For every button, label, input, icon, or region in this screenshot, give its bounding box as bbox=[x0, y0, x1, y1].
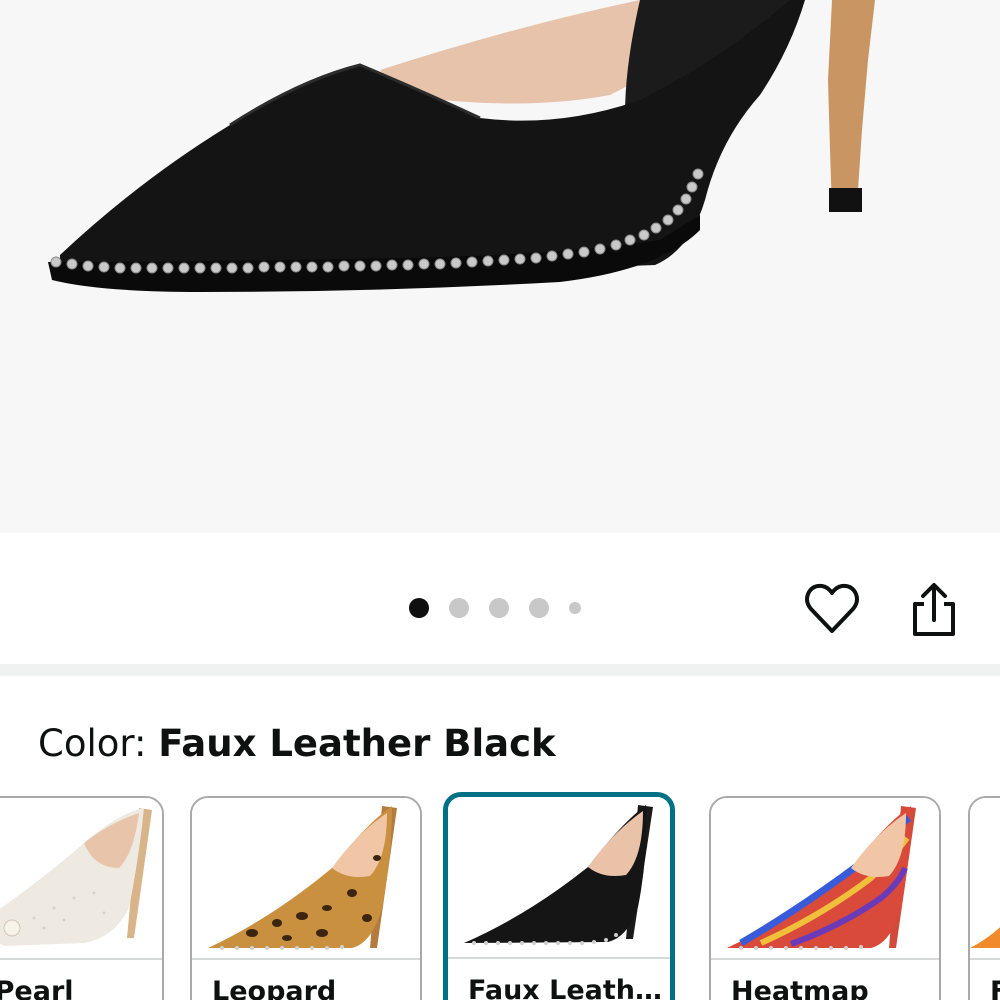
leopard-pump-icon bbox=[208, 806, 397, 950]
swatch-white-pearl[interactable]: te Pearl bbox=[0, 796, 164, 1000]
share-icon bbox=[913, 583, 955, 636]
carousel-dots bbox=[409, 598, 601, 618]
carousel-dot-1[interactable] bbox=[409, 598, 429, 618]
heart-icon bbox=[805, 583, 859, 633]
color-swatch-row: te Pearl Leopard Faux Leather ... bbox=[0, 790, 1000, 1000]
black-pump-shoe-image bbox=[48, 0, 875, 292]
swatch-label: Leopard bbox=[192, 958, 420, 1000]
swatch-image bbox=[192, 798, 420, 958]
swatch-label: Faux Leather ... bbox=[448, 957, 670, 1000]
carousel-dot-4[interactable] bbox=[529, 598, 549, 618]
color-label: Color: Faux Leather Black bbox=[38, 722, 556, 765]
swatch-label: Heatmap bbox=[711, 958, 939, 1000]
swatch-image bbox=[448, 797, 670, 957]
share-button[interactable] bbox=[908, 582, 960, 640]
swatch-leopard[interactable]: Leopard bbox=[190, 796, 422, 1000]
favorite-button[interactable] bbox=[803, 580, 861, 638]
product-main-image[interactable] bbox=[0, 0, 1000, 533]
heatmap-pump-icon bbox=[727, 806, 916, 950]
swatch-label: F bbox=[970, 958, 1000, 1000]
section-divider bbox=[0, 664, 1000, 676]
swatch-faux-leather-black[interactable]: Faux Leather ... bbox=[443, 792, 675, 1000]
selected-color-value: Faux Leather Black bbox=[158, 722, 556, 765]
carousel-dot-5[interactable] bbox=[569, 602, 581, 614]
swatch-heatmap[interactable]: Heatmap bbox=[709, 796, 941, 1000]
color-label-prefix: Color: bbox=[38, 722, 159, 765]
carousel-dot-3[interactable] bbox=[489, 598, 509, 618]
orange-pump-icon bbox=[970, 927, 1000, 948]
swatch-image bbox=[970, 798, 1000, 958]
swatch-image bbox=[0, 798, 162, 958]
carousel-dot-2[interactable] bbox=[449, 598, 469, 618]
black-pump-icon bbox=[464, 805, 653, 945]
white-pearl-pump-icon bbox=[0, 808, 152, 946]
swatch-label: te Pearl bbox=[0, 958, 162, 1000]
swatch-image bbox=[711, 798, 939, 958]
swatch-orange[interactable]: F bbox=[968, 796, 1000, 1000]
